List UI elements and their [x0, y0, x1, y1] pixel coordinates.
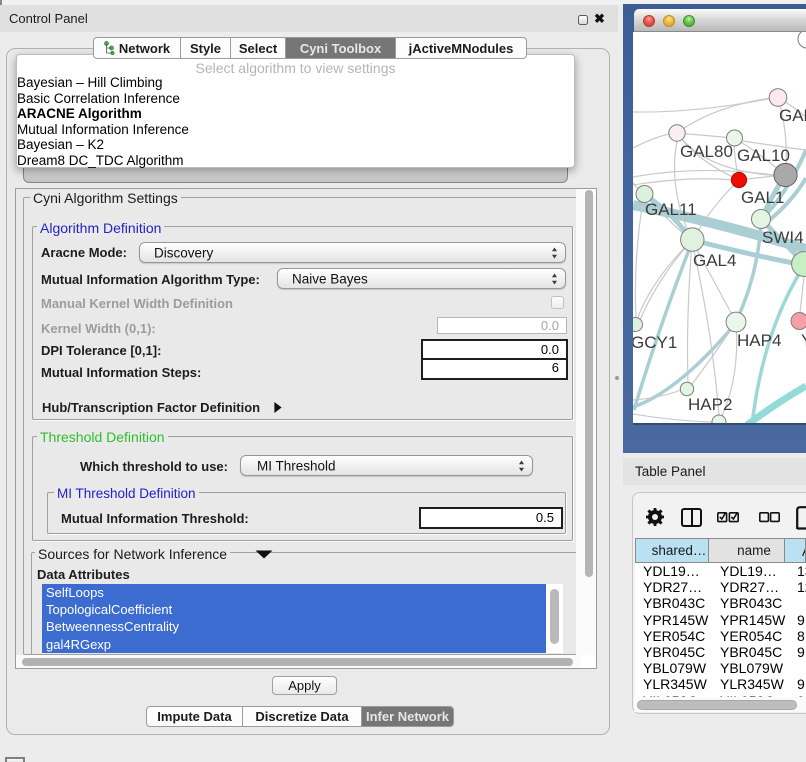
svg-text:HAP4: HAP4: [737, 331, 781, 350]
svg-text:GCY1: GCY1: [633, 333, 677, 352]
svg-text:GAL10: GAL10: [737, 146, 790, 165]
svg-text:Y: Y: [801, 331, 806, 350]
svg-text:HAP2: HAP2: [688, 395, 732, 414]
svg-text:SWI4: SWI4: [762, 228, 804, 247]
svg-text:GAL7: GAL7: [779, 106, 806, 125]
svg-text:GAL80: GAL80: [680, 142, 733, 161]
svg-text:GAL11: GAL11: [645, 200, 697, 219]
svg-text:GAL4: GAL4: [693, 251, 736, 270]
svg-text:GAL1: GAL1: [741, 188, 784, 207]
